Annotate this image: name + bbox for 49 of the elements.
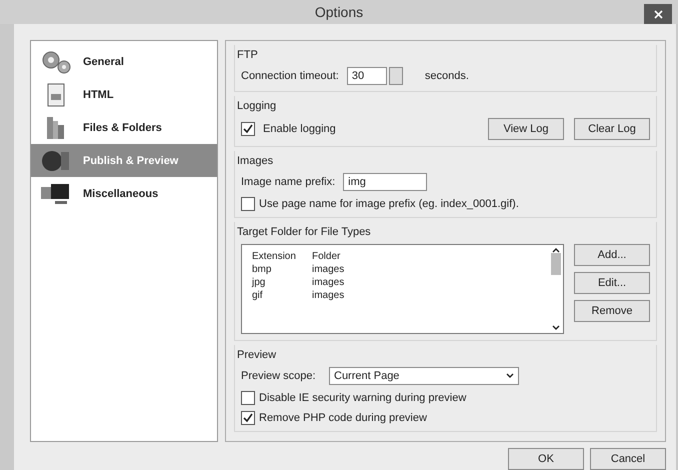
- category-item[interactable]: General: [31, 45, 217, 78]
- checkbox-label: Disable IE security warning during preview: [259, 392, 466, 404]
- group-title: Preview: [237, 349, 278, 361]
- group-title: Target Folder for File Types: [237, 226, 372, 238]
- scroll-thumb[interactable]: [551, 253, 561, 275]
- group-title: Logging: [237, 100, 278, 112]
- checkbox[interactable]: [241, 122, 255, 136]
- column-header: Extension: [252, 251, 297, 264]
- category-item[interactable]: Files & Folders: [31, 111, 217, 144]
- chevron-down-icon: [506, 373, 514, 379]
- timeout-field[interactable]: 30: [346, 67, 387, 85]
- table-cell-text: images: [312, 290, 346, 303]
- check-icon: [243, 413, 253, 423]
- scope-dropdown[interactable]: Current Page: [329, 367, 519, 385]
- dialog-button[interactable]: OK: [508, 448, 584, 470]
- checkbox[interactable]: [241, 411, 255, 425]
- category-item[interactable]: HTML: [31, 78, 217, 111]
- file-type-list[interactable]: Extension Folder bmp images jpg images gif images: [241, 244, 564, 334]
- close-icon: [654, 10, 662, 18]
- field-label: Image name prefix:: [241, 176, 336, 188]
- table-cell-text: images: [312, 264, 346, 277]
- checkbox[interactable]: [241, 197, 255, 211]
- chevron-down-icon: [552, 325, 560, 331]
- folder-button[interactable]: Edit...: [574, 272, 650, 294]
- column-header: Folder: [312, 251, 342, 264]
- log-button[interactable]: View Log: [488, 118, 564, 140]
- checkbox-label: Enable logging: [263, 123, 336, 135]
- close-button[interactable]: [644, 4, 672, 24]
- check-icon: [243, 124, 253, 134]
- checkbox-label: Remove PHP code during preview: [259, 412, 427, 424]
- table-cell-text: images: [312, 277, 346, 290]
- table-cell-text: gif: [252, 290, 264, 303]
- checkbox-label: Use page name for image prefix (eg. index_0001.gif).: [259, 198, 519, 210]
- category-item[interactable]: Miscellaneous: [31, 177, 217, 210]
- prefix-field[interactable]: img: [343, 173, 428, 191]
- field-label: Connection timeout:: [241, 70, 339, 82]
- group-title: Images: [237, 155, 274, 167]
- dialog-button[interactable]: Cancel: [590, 448, 666, 470]
- table-cell-text: bmp: [252, 264, 272, 277]
- chevron-up-icon: [552, 247, 560, 253]
- folder-button[interactable]: Remove: [574, 300, 650, 322]
- window-title: Options: [314, 4, 364, 20]
- checkbox[interactable]: [241, 391, 255, 405]
- field-label: Preview scope:: [241, 370, 317, 382]
- folder-button[interactable]: Add...: [574, 244, 650, 266]
- group-title: FTP: [237, 49, 259, 61]
- unit-label: seconds.: [424, 70, 469, 82]
- table-cell-text: jpg: [252, 277, 266, 290]
- log-button[interactable]: Clear Log: [574, 118, 650, 140]
